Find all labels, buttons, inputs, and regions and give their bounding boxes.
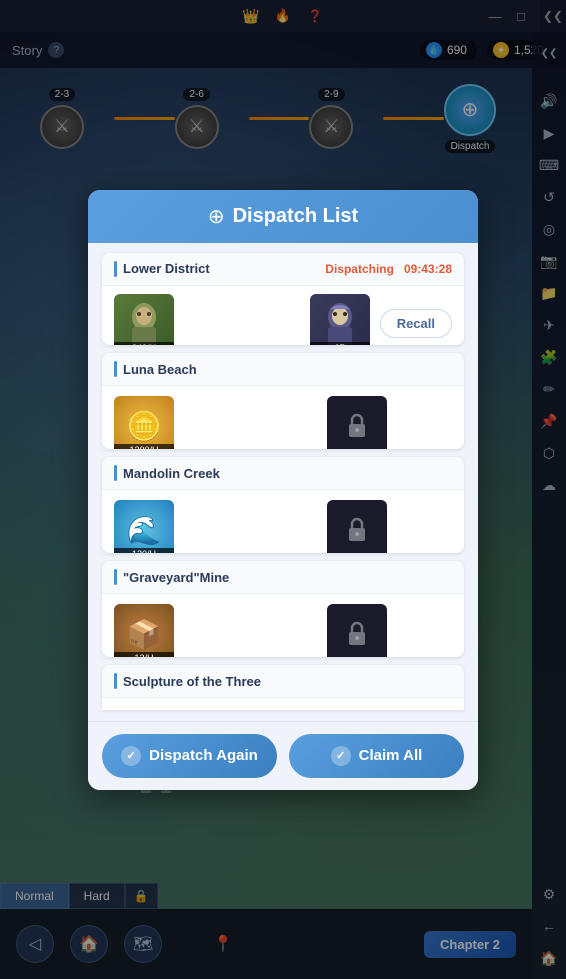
dispatch-modal: ⊕ Dispatch List Lower District Dispatchi…	[88, 190, 478, 790]
section-bar-mandolin	[114, 465, 117, 481]
dispatch-status: Dispatching	[325, 262, 394, 276]
dispatch-header-icon: ⊕	[208, 204, 225, 229]
char-slot-2: 07	[310, 294, 370, 346]
char-1-image	[124, 299, 164, 346]
lock-icon-mandolin	[346, 517, 368, 543]
section-header-mandolin: Mandolin Creek	[102, 457, 464, 490]
dispatch-again-label: Dispatch Again	[149, 747, 258, 764]
chapter-3-label: Chapter 3	[397, 523, 452, 537]
char-2-label: 07	[310, 342, 370, 346]
claim-all-label: Claim All	[359, 747, 423, 764]
locked-slot-luna	[327, 396, 387, 449]
char-2-image	[320, 299, 360, 346]
section-header-luna-beach: Luna Beach	[102, 353, 464, 386]
luna-beach-title: Luna Beach	[123, 362, 197, 377]
dispatch-right-area: 07 Recall	[310, 294, 452, 346]
section-graveyard-mine: "Graveyard"Mine 📦 12/H	[102, 561, 464, 657]
section-sculpture-three: Sculpture of the Three	[102, 665, 464, 710]
section-bar-icon	[114, 261, 117, 277]
lock-icon-luna	[346, 413, 368, 439]
modal-footer: ✓ Dispatch Again ✓ Claim All	[88, 721, 478, 790]
section-content-graveyard: 📦 12/H Chapter 4	[102, 594, 464, 657]
lock-icon-graveyard	[346, 621, 368, 647]
section-bar-sculpture	[114, 673, 117, 689]
item-label-mandolin: 120/H	[114, 548, 174, 553]
claim-all-button[interactable]: ✓ Claim All	[289, 734, 464, 778]
locked-slot-graveyard	[327, 604, 387, 657]
graveyard-mine-title: "Graveyard"Mine	[123, 570, 229, 585]
modal-overlay: ⊕ Dispatch List Lower District Dispatchi…	[0, 0, 566, 979]
sculpture-three-title: Sculpture of the Three	[123, 674, 261, 689]
section-luna-beach: Luna Beach 🪙 1200/H	[102, 353, 464, 449]
chapter-2-label: Chapter 2	[397, 419, 452, 433]
item-thumb-luna: 🪙 1200/H	[114, 396, 174, 449]
modal-body: Lower District Dispatching 09:43:28	[88, 243, 478, 721]
item-label-graveyard: 12/H	[114, 652, 174, 657]
sculpture-partial-content	[102, 698, 464, 710]
recall-button[interactable]: Recall	[380, 309, 452, 338]
chapter-4-label: Chapter 4	[397, 627, 452, 641]
section-content-mandolin: 🌊 120/H Chapter 3	[102, 490, 464, 553]
section-content-lower-district: 240/H	[102, 286, 464, 346]
lower-district-title: Lower District	[123, 261, 210, 276]
section-header-graveyard: "Graveyard"Mine	[102, 561, 464, 594]
section-header-lower-district: Lower District Dispatching 09:43:28	[102, 253, 464, 286]
mandolin-creek-title: Mandolin Creek	[123, 466, 220, 481]
section-header-sculpture: Sculpture of the Three	[102, 665, 464, 698]
section-lower-district: Lower District Dispatching 09:43:28	[102, 253, 464, 346]
section-bar-graveyard	[114, 569, 117, 585]
item-label-luna: 1200/H	[114, 444, 174, 449]
section-mandolin-creek: Mandolin Creek 🌊 120/H	[102, 457, 464, 553]
char-1-label: 240/H	[114, 342, 174, 346]
claim-all-check-icon: ✓	[331, 746, 351, 766]
char-slot-1: 240/H	[114, 294, 174, 346]
item-thumb-graveyard: 📦 12/H	[114, 604, 174, 657]
dispatch-timer: 09:43:28	[404, 262, 452, 276]
dispatch-again-button[interactable]: ✓ Dispatch Again	[102, 734, 277, 778]
section-content-luna: 🪙 1200/H Chapter 2	[102, 386, 464, 449]
section-bar-luna	[114, 361, 117, 377]
locked-slot-mandolin	[327, 500, 387, 553]
dispatch-again-check-icon: ✓	[121, 746, 141, 766]
modal-title: Dispatch List	[233, 205, 359, 228]
modal-header: ⊕ Dispatch List	[88, 190, 478, 243]
item-thumb-mandolin: 🌊 120/H	[114, 500, 174, 553]
